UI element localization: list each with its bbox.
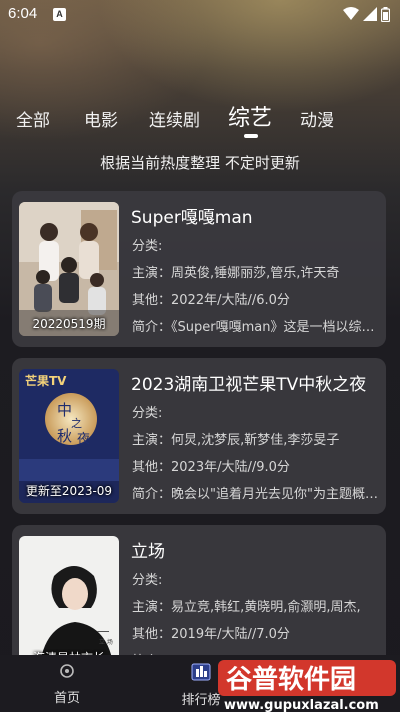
status-icons <box>343 6 390 22</box>
poster-image: 中 之 秋 夜 芒果TV 更新至2023-09 <box>19 369 119 503</box>
svg-text:夜: 夜 <box>77 432 90 447</box>
home-icon <box>60 664 74 678</box>
show-title: 2023湖南卫视芒果TV中秋之夜 <box>131 375 367 395</box>
tab-all[interactable]: 全部 <box>16 106 50 131</box>
svg-text:中: 中 <box>57 401 72 419</box>
show-card[interactable]: 20220519期 Super嘎嘎man 分类: 主演：周英俊,锤娜丽莎,管乐,… <box>12 191 386 347</box>
show-intro: 简介：晚会以"追着月光去见你"为主题概括了 <box>132 487 382 502</box>
poster-logo-text: 芒果TV <box>25 373 67 388</box>
nav-home[interactable]: 首页 <box>37 663 97 706</box>
svg-text:www.gupuxlazal.com: www.gupuxlazal.com <box>224 698 379 712</box>
show-category: 分类: <box>132 406 163 421</box>
watermark-logo: 谷普软件园 www.gupuxlazal.com <box>218 660 396 712</box>
svg-text:之: 之 <box>71 416 82 430</box>
notification-icon: A <box>53 8 66 21</box>
show-intro: 简介：《Super嘎嘎man》这是一档以综艺为基础的 <box>132 320 382 335</box>
tab-anime[interactable]: 动漫 <box>300 106 334 131</box>
show-cast: 主演：周英俊,锤娜丽莎,管乐,许天奇 <box>132 266 340 281</box>
show-card[interactable]: 中 之 秋 夜 芒果TV 更新至2023-09 2023湖南卫视芒果TV中秋之夜… <box>12 358 386 514</box>
poster-caption: 20220519期 <box>32 317 106 331</box>
svg-text:谷普软件园: 谷普软件园 <box>226 664 356 695</box>
show-title: Super嘎嘎man <box>131 208 253 228</box>
tab-movies[interactable]: 电影 <box>84 106 118 131</box>
category-tabs: 全部 电影 连续剧 综艺 动漫 <box>0 100 400 140</box>
svg-text:立 场: 立 场 <box>99 638 113 646</box>
show-cast: 主演：易立竞,韩红,黄晓明,俞灏明,周杰, <box>132 600 361 615</box>
tab-series[interactable]: 连续剧 <box>149 106 200 131</box>
show-category: 分类: <box>132 573 163 588</box>
show-other-info: 其他：2022年/大陆//6.0分 <box>132 293 290 308</box>
tab-variety[interactable]: 综艺 <box>228 100 272 132</box>
wifi-icon <box>343 7 359 20</box>
poster-image: 立 场 海清是林市长 <box>19 536 119 670</box>
signal-icon <box>363 7 377 21</box>
poster-image: 20220519期 <box>19 202 119 336</box>
ranking-subtitle: 根据当前热度整理 不定时更新 <box>100 154 300 172</box>
show-cast: 主演：何炅,沈梦辰,靳梦佳,李莎旻子 <box>132 433 340 448</box>
svg-text:秋: 秋 <box>57 427 72 445</box>
poster-caption: 更新至2023-09 <box>25 484 113 498</box>
active-tab-indicator <box>244 134 258 138</box>
show-other-info: 其他：2019年/大陆//7.0分 <box>132 627 290 642</box>
battery-icon <box>381 6 390 22</box>
status-bar: 6:04 A <box>0 0 400 30</box>
nav-home-label: 首页 <box>53 691 80 706</box>
status-time: 6:04 <box>8 5 38 22</box>
ranking-icon <box>191 663 211 681</box>
show-title: 立场 <box>131 542 165 562</box>
show-category: 分类: <box>132 239 163 254</box>
show-other-info: 其他：2023年/大陆//9.0分 <box>132 460 290 475</box>
